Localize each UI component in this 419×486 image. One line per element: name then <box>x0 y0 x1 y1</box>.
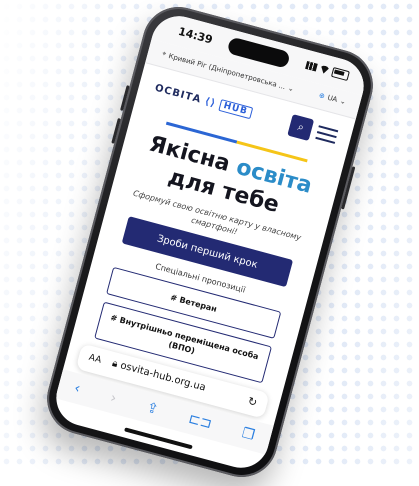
reload-icon[interactable]: ↻ <box>246 394 258 409</box>
logo-hub: HUB <box>218 99 253 120</box>
text-size-button[interactable]: AA <box>88 353 103 366</box>
menu-icon-line <box>315 136 336 144</box>
location-pin-icon: ⌖ <box>161 49 168 59</box>
bookmarks-icon[interactable]: ⊏⊐ <box>187 411 214 433</box>
back-icon[interactable]: ‹ <box>72 380 82 397</box>
forward-icon[interactable]: › <box>109 390 119 407</box>
lock-icon: 🔒︎ <box>110 358 119 371</box>
search-icon: ⌕ <box>296 120 306 135</box>
battery-icon <box>330 67 350 82</box>
globe-icon: ⊕ <box>317 91 326 101</box>
logo-mark-icon: ⟨⟩ <box>203 95 218 110</box>
signal-icon <box>305 60 318 72</box>
search-button[interactable]: ⌕ <box>287 114 315 142</box>
chevron-down-icon: ⌄ <box>287 83 296 93</box>
chevron-down-icon: ⌄ <box>339 96 347 107</box>
language-code: UA <box>326 93 339 104</box>
logo-text: ОСВІТА <box>153 82 203 106</box>
language-selector[interactable]: ⊕ UA ⌄ <box>318 91 347 106</box>
tabs-icon[interactable]: ❐ <box>240 425 256 444</box>
menu-button[interactable] <box>314 125 339 148</box>
share-icon[interactable]: ⇪ <box>145 400 160 418</box>
wifi-icon <box>319 65 331 75</box>
status-time: 14:39 <box>176 24 215 47</box>
status-icons <box>305 60 350 82</box>
